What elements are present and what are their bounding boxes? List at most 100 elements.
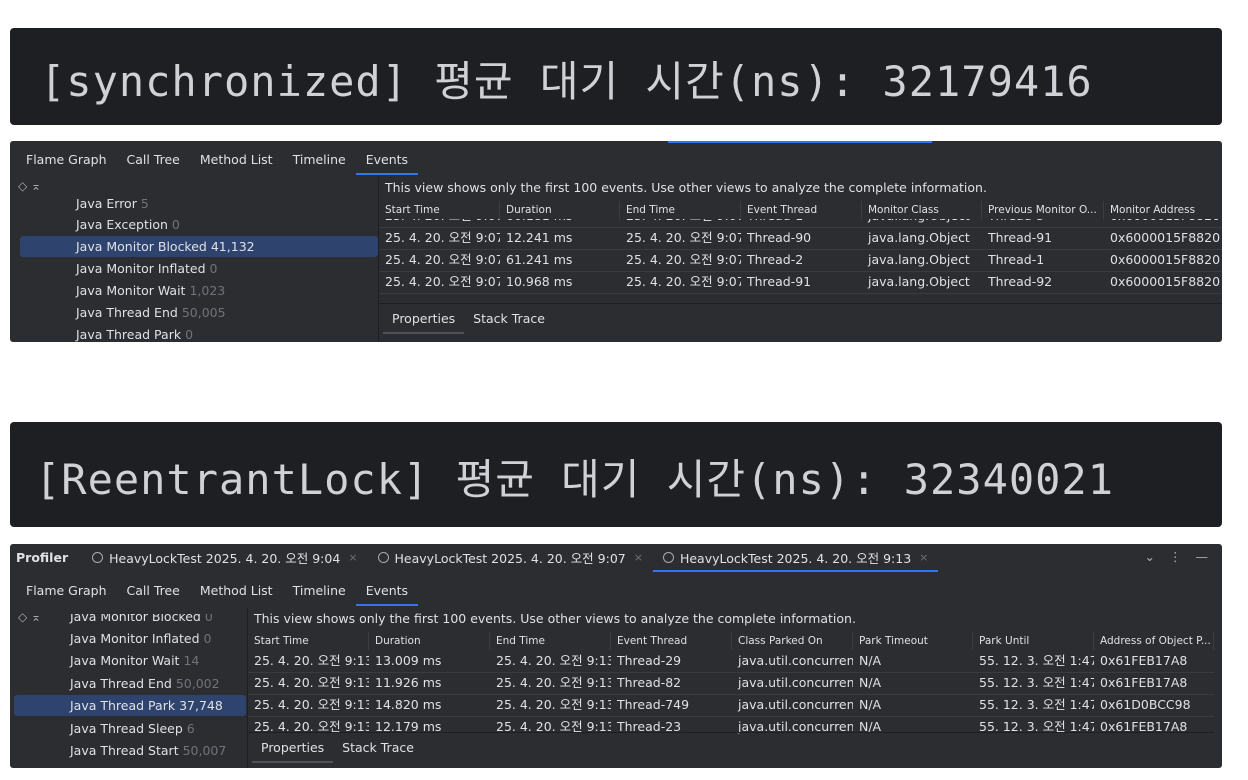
table-row[interactable]: 25. 4. 20. 오전 9:07:5 12.241 ms 25. 4. 20… bbox=[379, 227, 1222, 250]
column-header[interactable]: Monitor Class bbox=[862, 201, 982, 219]
tree-item-count: 6 bbox=[186, 721, 195, 736]
cell-class-parked-on: java.util.concurrent.l bbox=[738, 675, 853, 690]
detail-tabs: Properties Stack Trace bbox=[379, 303, 1222, 334]
session-label: HeavyLockTest 2025. 4. 20. 오전 9:13 bbox=[679, 550, 912, 566]
close-icon[interactable]: × bbox=[348, 551, 357, 564]
cell-previous-monitor-owner: Thread-91 bbox=[988, 230, 1053, 245]
table-row[interactable]: 25. 4. 20. 오전 9:13:1! 11.926 ms 25. 4. 2… bbox=[248, 672, 1214, 695]
tab-flame-graph[interactable]: Flame Graph bbox=[16, 145, 117, 175]
synchronized-result-text: [synchronized] 평균 대기 시간(ns): 32179416 bbox=[40, 57, 1093, 106]
column-header[interactable]: End Time bbox=[620, 201, 741, 219]
table-row[interactable]: 25. 4. 20. 오전 9:07:5 61.241 ms 25. 4. 20… bbox=[379, 249, 1222, 272]
tree-item[interactable]: Java Monitor Wait 14 bbox=[14, 650, 246, 671]
tree-item[interactable]: Java Monitor Inflated 0 bbox=[20, 258, 378, 279]
cell-end-time: 25. 4. 20. 오전 9:07:5 bbox=[626, 252, 741, 267]
tree-item-count: 1,023 bbox=[189, 283, 226, 298]
profiler-title: Profiler bbox=[16, 549, 69, 565]
tree-item[interactable]: Java Monitor Wait 1,023 bbox=[20, 280, 378, 301]
tab-properties[interactable]: Properties bbox=[383, 304, 465, 334]
column-header[interactable]: Duration bbox=[500, 201, 620, 219]
tree-item[interactable]: Java Monitor Blocked 0 bbox=[14, 614, 246, 627]
events-table-pane: This view shows only the first 100 event… bbox=[247, 608, 1214, 768]
window-controls: ⌄ ⋮ — bbox=[1145, 544, 1208, 570]
column-header[interactable]: Park Timeout bbox=[853, 632, 973, 650]
tree-item-label: Java Thread Park bbox=[76, 327, 182, 342]
tab-method-list[interactable]: Method List bbox=[190, 576, 283, 606]
tree-item[interactable]: Java Thread End 50,005 bbox=[20, 302, 378, 323]
column-header[interactable]: Park Until bbox=[973, 632, 1094, 650]
cell-event-thread: Thread-749 bbox=[617, 697, 690, 712]
tab-stack-trace[interactable]: Stack Trace bbox=[333, 733, 423, 763]
cell-park-until: 55. 12. 3. 오전 1:47:0⁄ bbox=[979, 675, 1094, 690]
tab-properties[interactable]: Properties bbox=[252, 733, 334, 763]
column-header[interactable]: Start Time bbox=[248, 632, 369, 650]
session-label: HeavyLockTest 2025. 4. 20. 오전 9:07 bbox=[394, 550, 626, 566]
tree-item-count: 0 bbox=[209, 261, 218, 276]
cell-previous-monitor-owner: Thread-92 bbox=[988, 274, 1053, 289]
cell-park-timeout: N/A bbox=[859, 697, 882, 712]
table-header: Start Time Duration End Time Event Threa… bbox=[248, 632, 1214, 650]
tree-item[interactable]: Java Thread Park 0 bbox=[20, 324, 378, 342]
profiler-events-panel-synchronized: Flame Graph Call Tree Method List Timeli… bbox=[10, 141, 1222, 342]
tree-item-count: 0 bbox=[203, 631, 212, 646]
column-header[interactable]: End Time bbox=[490, 632, 611, 650]
cell-event-thread: Thread-82 bbox=[617, 675, 682, 690]
cell-event-thread: Thread-2 bbox=[747, 252, 804, 267]
cell-monitor-address: 0x6000015F8820 bbox=[1110, 274, 1221, 289]
tree-item[interactable]: Java Monitor Inflated 0 bbox=[14, 628, 246, 649]
tree-item-label: Java Monitor Inflated bbox=[76, 261, 206, 276]
cell-park-until: 55. 12. 3. 오전 1:47:0⁄ bbox=[979, 697, 1094, 712]
tab-timeline[interactable]: Timeline bbox=[283, 145, 356, 175]
cell-start-time: 25. 4. 20. 오전 9:13:1! bbox=[254, 675, 369, 690]
profiler-session-tab-active[interactable]: HeavyLockTest 2025. 4. 20. 오전 9:13 × bbox=[652, 544, 939, 572]
column-header[interactable]: Event Thread bbox=[611, 632, 732, 650]
close-icon[interactable]: × bbox=[634, 551, 643, 564]
cell-event-thread: Thread-1 bbox=[741, 219, 862, 227]
table-row[interactable]: 25. 4. 20. 오전 9:13:2 14.820 ms 25. 4. 20… bbox=[248, 694, 1214, 717]
minimize-icon[interactable]: — bbox=[1196, 544, 1209, 570]
tab-stack-trace[interactable]: Stack Trace bbox=[464, 304, 554, 334]
tab-events[interactable]: Events bbox=[355, 145, 419, 175]
column-header[interactable]: Event Thread bbox=[741, 201, 862, 219]
chevron-down-icon[interactable]: ⌄ bbox=[1145, 544, 1155, 570]
cell-park-timeout: N/A bbox=[859, 653, 882, 668]
expand-collapse-icon[interactable]: ◇ ⌅ bbox=[18, 179, 41, 193]
tree-item[interactable]: Java Error 5 bbox=[20, 193, 378, 214]
tree-item-selected[interactable]: Java Monitor Blocked 41,132 bbox=[20, 236, 378, 257]
table-row[interactable]: 25. 4. 20. 오전 9:07:5 10.968 ms 25. 4. 20… bbox=[379, 271, 1222, 294]
cell-start-time: 25. 4. 20. 오전 9:07:5 bbox=[385, 274, 500, 289]
cell-start-time: 25. 4. 20. 오전 9:13:2 bbox=[254, 697, 369, 712]
column-header[interactable]: Class Parked On bbox=[732, 632, 853, 650]
column-header[interactable]: Monitor Address bbox=[1104, 201, 1222, 219]
tab-call-tree[interactable]: Call Tree bbox=[117, 576, 190, 606]
table-header: Start Time Duration End Time Event Threa… bbox=[379, 201, 1222, 219]
cell-end-time: 25. 4. 20. 오전 9:13:1! bbox=[496, 675, 611, 690]
column-header[interactable]: Duration bbox=[369, 632, 490, 650]
tab-flame-graph[interactable]: Flame Graph bbox=[16, 576, 117, 606]
tree-item-count: 0 bbox=[171, 217, 180, 232]
table-row[interactable]: 25. 4. 20. 오전 9:13:1! 13.009 ms 25. 4. 2… bbox=[248, 650, 1214, 673]
tab-timeline[interactable]: Timeline bbox=[283, 576, 356, 606]
tree-item[interactable]: Java Thread Start 50,007 bbox=[14, 740, 246, 761]
scroll-indicator bbox=[668, 141, 932, 143]
profiler-session-tab[interactable]: HeavyLockTest 2025. 4. 20. 오전 9:07 × bbox=[368, 544, 653, 570]
tab-method-list[interactable]: Method List bbox=[190, 145, 283, 175]
tree-item[interactable]: Java Thread Sleep 6 bbox=[14, 718, 246, 739]
tree-item-selected[interactable]: Java Thread Park 37,748 bbox=[14, 695, 246, 716]
column-header[interactable]: Address of Object P... bbox=[1094, 632, 1214, 650]
column-header[interactable]: Previous Monitor O... bbox=[982, 201, 1104, 219]
session-label: HeavyLockTest 2025. 4. 20. 오전 9:04 bbox=[109, 550, 341, 566]
tree-item-label: Java Thread End bbox=[70, 676, 172, 691]
tree-item-label: Java Monitor Inflated bbox=[70, 631, 200, 646]
column-header[interactable]: Start Time bbox=[379, 201, 500, 219]
cell-start-time: 25. 4. 20. 오전 9:07:5 bbox=[385, 230, 500, 245]
tree-item[interactable]: Java Exception 0 bbox=[20, 214, 378, 235]
close-icon[interactable]: × bbox=[919, 551, 928, 564]
tab-events[interactable]: Events bbox=[355, 576, 419, 606]
more-options-icon[interactable]: ⋮ bbox=[1169, 544, 1182, 570]
view-tabs: Flame Graph Call Tree Method List Timeli… bbox=[10, 145, 1222, 175]
cell-park-until: 55. 12. 3. 오전 1:47:0⁄ bbox=[979, 653, 1094, 668]
tab-call-tree[interactable]: Call Tree bbox=[117, 145, 190, 175]
profiler-session-tab[interactable]: HeavyLockTest 2025. 4. 20. 오전 9:04 × bbox=[82, 544, 367, 570]
tree-item[interactable]: Java Thread End 50,002 bbox=[14, 673, 246, 694]
